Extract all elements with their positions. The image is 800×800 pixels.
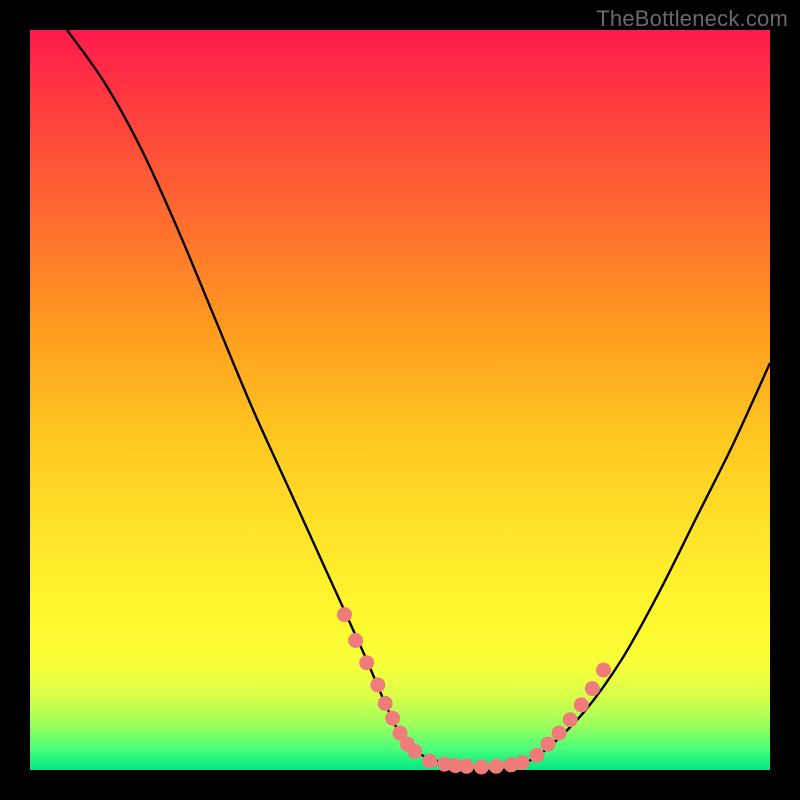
curve-dot xyxy=(563,712,578,727)
curve-marker-dots xyxy=(337,607,611,774)
curve-dot xyxy=(359,655,374,670)
watermark-text: TheBottleneck.com xyxy=(596,6,788,32)
plot-area xyxy=(30,30,770,770)
curve-dot xyxy=(422,754,437,769)
curve-dot xyxy=(337,607,352,622)
curve-dot xyxy=(574,697,589,712)
curve-dot xyxy=(541,737,556,752)
curve-dot xyxy=(596,663,611,678)
curve-dot xyxy=(489,759,504,774)
curve-dot xyxy=(407,744,422,759)
curve-dot xyxy=(378,696,393,711)
bottleneck-curve-svg xyxy=(30,30,770,770)
curve-dot xyxy=(348,633,363,648)
curve-dot xyxy=(370,677,385,692)
curve-dot xyxy=(474,760,489,775)
curve-dot xyxy=(459,759,474,774)
curve-dot xyxy=(529,748,544,763)
curve-dot xyxy=(515,755,530,770)
curve-dot xyxy=(552,726,567,741)
curve-dot xyxy=(585,681,600,696)
chart-frame: TheBottleneck.com xyxy=(0,0,800,800)
curve-dot xyxy=(385,711,400,726)
bottleneck-curve-path xyxy=(67,30,770,771)
